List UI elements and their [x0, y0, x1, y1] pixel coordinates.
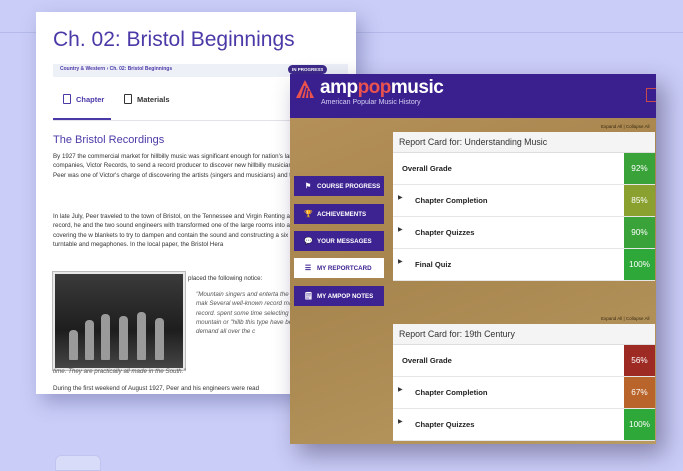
photo-figure [69, 330, 78, 360]
grade-label: Chapter Quizzes [415, 228, 475, 237]
sidebar-item-label: MY AMPOP NOTES [317, 292, 374, 300]
report-card-understanding-music: Report Card for: Understanding Music Ove… [393, 132, 655, 281]
logo-icon [296, 80, 314, 99]
section-title: The Bristol Recordings [53, 134, 165, 146]
grade-row[interactable]: ▶ Chapter Quizzes 100% [393, 409, 655, 441]
sidebar-item-label: MY REPORTCARD [317, 264, 372, 272]
sidebar-item-reportcard[interactable]: ☰ MY REPORTCARD [294, 258, 384, 278]
tab-chapter[interactable]: Chapter [63, 94, 104, 104]
chat-icon: 💬 [304, 238, 313, 245]
flag-icon: ⚑ [304, 183, 312, 190]
photo-figure [119, 316, 128, 360]
grade-percent: 85% [624, 185, 655, 216]
historical-photo [53, 272, 185, 370]
grade-label: Chapter Completion [415, 196, 488, 205]
status-badge: IN PROGRESS [288, 65, 328, 74]
page-title: Ch. 02: Bristol Beginnings [53, 28, 295, 51]
sidebar-item-achievements[interactable]: 🏆 ACHIEVEMENTS [294, 204, 384, 224]
grade-row[interactable]: ▶ Chapter Completion 67% [393, 377, 655, 409]
tab-chapter-label: Chapter [76, 95, 105, 104]
active-tab-indicator [53, 118, 111, 120]
header-menu-button[interactable] [646, 88, 656, 102]
sidebar-item-label: YOUR MESSAGES [317, 237, 372, 245]
grade-percent: 92% [624, 153, 655, 184]
grade-label: Overall Grade [402, 164, 452, 173]
photo-figure [137, 312, 146, 360]
grade-percent: 100% [624, 249, 655, 280]
expand-arrow-icon[interactable]: ▶ [398, 226, 403, 233]
photo-figure [85, 320, 94, 360]
report-card-title: Report Card for: 19th Century [393, 324, 655, 345]
grade-row: Overall Grade 92% [393, 153, 655, 185]
grade-row[interactable]: ▶ Chapter Quizzes 90% [393, 217, 655, 249]
sidebar-item-label: ACHIEVEMENTS [317, 210, 367, 218]
grade-percent: 56% [624, 345, 655, 376]
grade-row: Overall Grade 56% [393, 345, 655, 377]
logo-music: music [390, 77, 444, 98]
expand-collapse-links[interactable]: Expand All | Collapse All [601, 316, 649, 321]
document-icon [63, 94, 71, 104]
expand-arrow-icon[interactable]: ▶ [398, 418, 403, 425]
report-card-19th-century: Report Card for: 19th Century Overall Gr… [393, 324, 655, 441]
grade-percent: 100% [624, 409, 655, 440]
sidebar-item-messages[interactable]: 💬 YOUR MESSAGES [294, 231, 384, 251]
grade-percent: 90% [624, 217, 655, 248]
logo-pop: pop [357, 77, 392, 98]
bottom-tab[interactable] [55, 455, 101, 471]
grade-label: Chapter Completion [415, 388, 488, 397]
photo-figure [155, 318, 164, 360]
sidebar-item-course-progress[interactable]: ⚑ COURSE PROGRESS [294, 176, 384, 196]
logo-amp: amp [320, 77, 358, 98]
logo-subtitle: American Popular Music History [321, 99, 421, 106]
grade-label: Chapter Quizzes [415, 420, 475, 429]
grade-row[interactable]: ▶ Chapter Completion 85% [393, 185, 655, 217]
notes-icon: 🗒 [304, 293, 313, 300]
photo-figure [101, 314, 110, 360]
newspaper-quote-end: time. They are practically all made in t… [53, 368, 186, 375]
ampop-app-panel: amppopmusic American Popular Music Histo… [290, 74, 656, 444]
tab-materials-label: Materials [137, 95, 170, 104]
tab-materials[interactable]: Materials [124, 94, 170, 104]
sidebar-item-ampop-notes[interactable]: 🗒 MY AMPOP NOTES [294, 286, 384, 306]
expand-arrow-icon[interactable]: ▶ [398, 386, 403, 393]
expand-collapse-links[interactable]: Expand All | Collapse All [601, 124, 649, 129]
expand-arrow-icon[interactable]: ▶ [398, 258, 403, 265]
app-header: amppopmusic American Popular Music Histo… [290, 74, 656, 118]
grade-row[interactable]: ▶ Final Quiz 100% [393, 249, 655, 281]
report-card-title: Report Card for: Understanding Music [393, 132, 655, 153]
trophy-icon: 🏆 [304, 211, 313, 218]
grade-label: Final Quiz [415, 260, 452, 269]
logo-text: amppopmusic [320, 77, 444, 99]
list-icon: ☰ [304, 265, 312, 272]
grade-percent: 67% [624, 377, 655, 408]
grade-label: Overall Grade [402, 356, 452, 365]
expand-arrow-icon[interactable]: ▶ [398, 194, 403, 201]
clipboard-icon [124, 94, 132, 104]
breadcrumb[interactable]: Country & Western › Ch. 02: Bristol Begi… [60, 66, 172, 72]
sidebar-item-label: COURSE PROGRESS [317, 182, 381, 190]
